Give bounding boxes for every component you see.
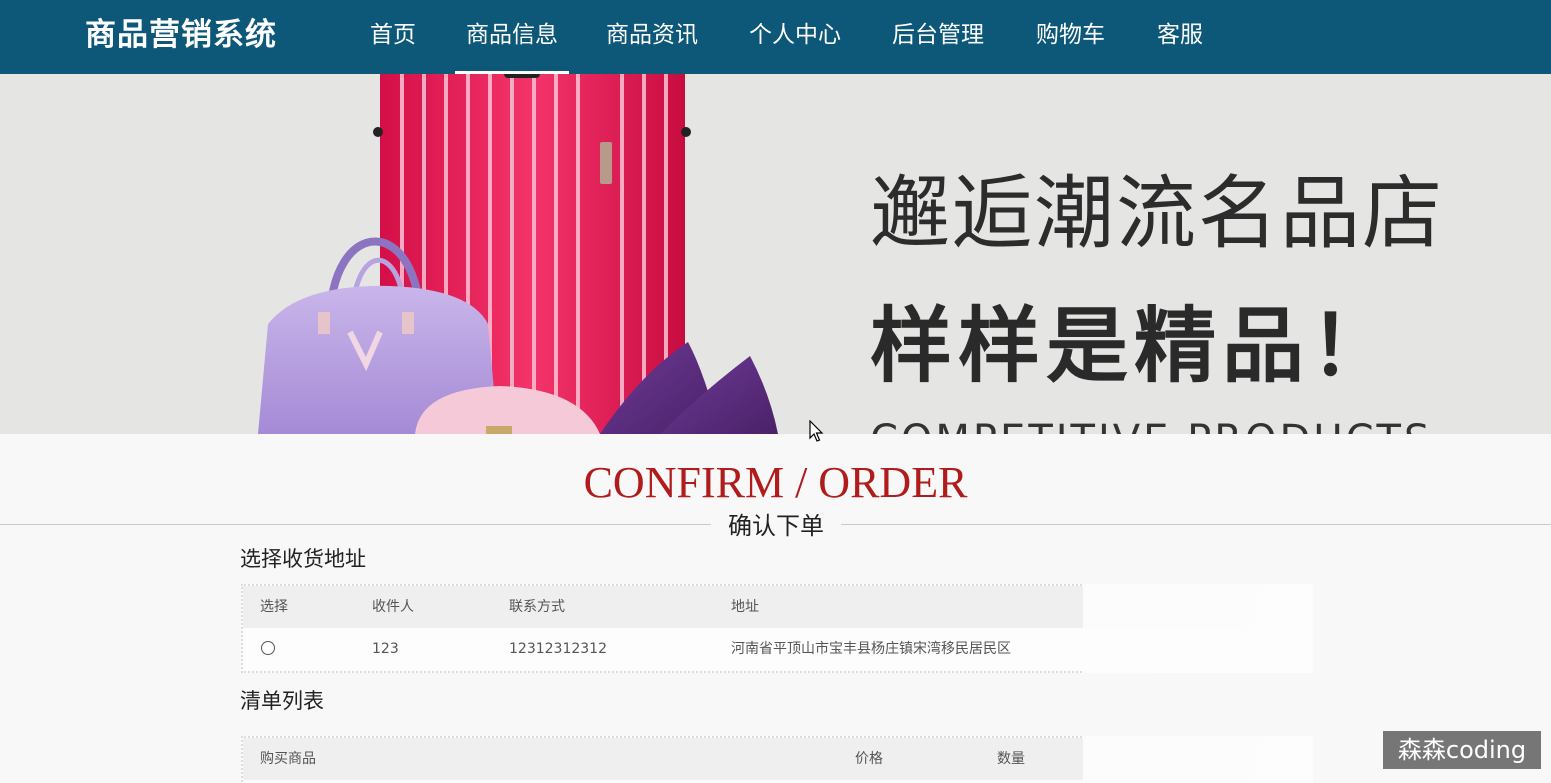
table-fade-overlay [1083,736,1313,783]
promo-banner[interactable]: 邂逅潮流名品店 样样是精品！ COMPETITIVE PRODUCTS [0,74,1551,434]
brand-logo-text[interactable]: 商品营销系统 [85,15,277,55]
nav-item-product-info[interactable]: 商品信息 [455,0,569,74]
banner-english-tagline: COMPETITIVE PRODUCTS [870,420,1432,434]
table-fade-overlay [1083,584,1313,673]
video-watermark: 森森coding [1383,731,1541,769]
page-title-english: CONFIRM / ORDER [583,458,968,507]
address-radio-button[interactable] [261,641,275,655]
address-table: 选择 收件人 联系方式 地址 123 12312312312 河南省平顶山市宝丰… [241,584,1313,673]
nav-item-service[interactable]: 客服 [1157,0,1203,74]
col-address: 地址 [731,599,759,615]
page-title-chinese: 确认下单 [711,510,841,542]
col-select: 选择 [260,599,288,615]
nav-item-admin[interactable]: 后台管理 [892,0,984,74]
nav-item-home[interactable]: 首页 [370,0,416,74]
phone-cell: 12312312312 [509,641,607,657]
address-section-title: 选择收货地址 [240,547,366,571]
col-quantity: 数量 [997,751,1025,767]
items-table: 购买商品 价格 数量 [241,736,1313,783]
nav-item-product-news[interactable]: 商品资讯 [606,0,698,74]
nav-item-cart[interactable]: 购物车 [1036,0,1105,74]
banner-headline: 邂逅潮流名品店 [870,167,1444,260]
banner-subheadline: 样样是精品！ [870,299,1399,394]
col-phone: 联系方式 [509,599,565,615]
col-price: 价格 [855,751,883,767]
items-section-title: 清单列表 [240,689,324,713]
banner-products-illustration [258,74,778,434]
recipient-cell: 123 [372,641,399,657]
address-cell: 河南省平顶山市宝丰县杨庄镇宋湾移民居民区 [731,641,1011,657]
col-product: 购买商品 [260,751,316,767]
col-recipient: 收件人 [372,599,414,615]
nav-item-user-center[interactable]: 个人中心 [749,0,841,74]
mouse-cursor-icon [809,420,824,442]
top-navbar: 商品营销系统 首页 商品信息 商品资讯 个人中心 后台管理 购物车 客服 [0,0,1551,74]
